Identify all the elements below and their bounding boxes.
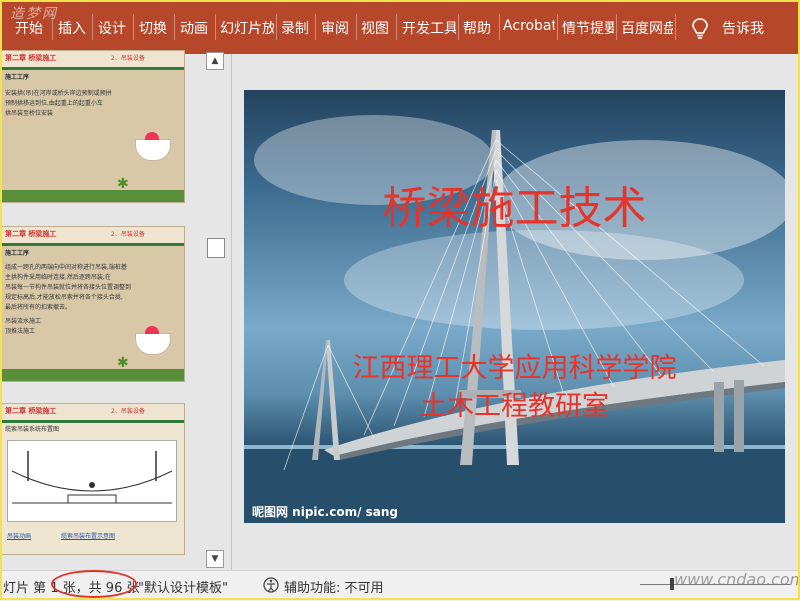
image-border — [0, 0, 800, 600]
